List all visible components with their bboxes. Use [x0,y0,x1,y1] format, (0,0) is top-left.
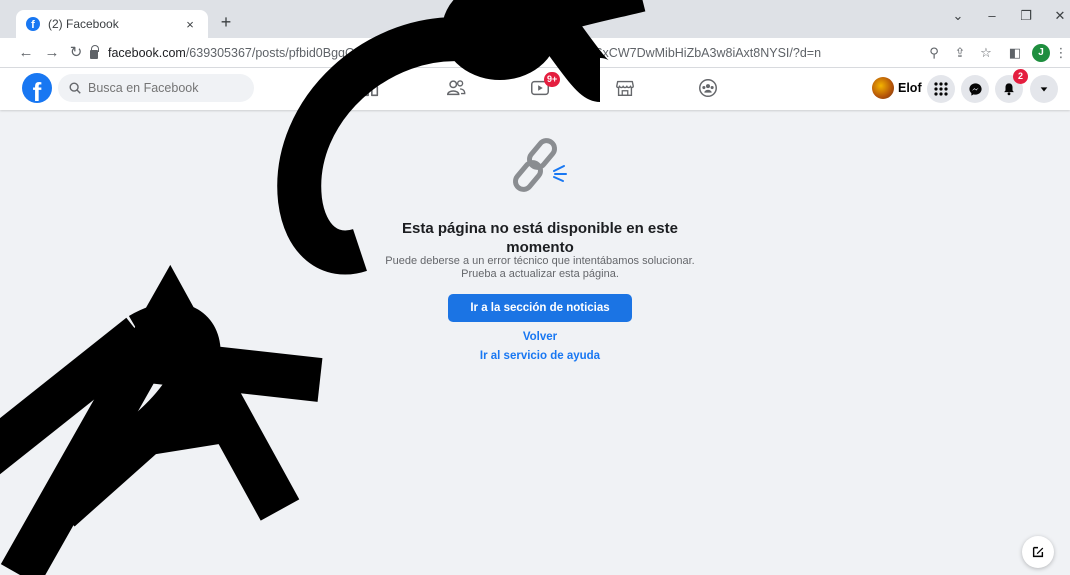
marketplace-nav-icon[interactable] [612,76,638,100]
broken-link-icon [513,138,567,192]
url-path: /639305367/posts/pfbid0BgqQGvho7h12KNLpA… [185,46,822,60]
url-host: facebook.com [108,46,186,60]
menu-grid-button[interactable] [927,75,955,103]
reload-icon[interactable]: ↻ [66,43,86,63]
messenger-icon [968,82,982,96]
address-bar[interactable]: facebook.com/639305367/posts/pfbid0BgqQG… [90,42,940,64]
browser-tab[interactable]: f (2) Facebook × [16,10,208,38]
messenger-button[interactable] [961,75,989,103]
facebook-header: f 9+ [0,68,1070,110]
restore-icon[interactable]: ❐ [1016,8,1036,24]
error-line-2: Prueba a actualizar esta página. [461,268,619,280]
home-icon [361,79,379,97]
tab-close-icon[interactable]: × [182,17,198,32]
share-icon[interactable]: ⇪ [950,43,970,63]
search-input[interactable] [88,81,248,95]
user-name: Elof [898,81,922,95]
user-profile-link[interactable]: Elof [872,77,922,99]
back-arrow-icon[interactable]: ← [16,43,36,63]
home-nav-icon[interactable] [357,76,383,100]
back-link[interactable]: Volver [440,331,640,343]
notifications-badge: 2 [1013,69,1028,84]
star-icon[interactable]: ☆ [976,43,996,63]
error-line-1: Puede deberse a un error técnico que int… [385,255,695,267]
friends-icon [447,80,466,96]
browser-toolbar: ← → ↻ facebook.com/639305367/posts/pfbid… [0,38,1070,68]
news-feed-button[interactable]: Ir a la sección de noticias [448,294,632,322]
facebook-favicon-icon: f [26,17,40,31]
grid-menu-icon [934,82,948,96]
bell-icon [1004,83,1014,96]
forward-arrow-icon[interactable]: → [42,43,62,63]
marketplace-icon [616,80,634,97]
new-tab-button[interactable]: + [216,12,236,32]
caret-down-icon [1040,87,1048,92]
friends-nav-icon[interactable] [443,76,469,100]
groups-icon [699,79,717,97]
account-menu-button[interactable] [1030,75,1058,103]
menu-dots-icon[interactable]: ⋮ [1054,43,1068,63]
facebook-logo-icon[interactable]: f [22,73,52,103]
tab-title: (2) Facebook [48,17,119,31]
search-icon [69,82,81,94]
error-heading: Esta página no está disponible en este m… [402,220,678,256]
avatar [872,77,894,99]
tab-search-chevron-icon[interactable]: ⌄ [948,8,968,24]
sidepanel-icon[interactable]: ◧ [1005,43,1025,63]
new-message-button[interactable] [1022,536,1054,568]
lock-icon[interactable] [90,45,99,59]
browser-tab-strip: f (2) Facebook × + ⌄ – ❐ ✕ [0,0,1070,38]
window-close-icon[interactable]: ✕ [1050,8,1070,24]
groups-nav-icon[interactable] [695,76,721,100]
minimize-icon[interactable]: – [982,8,1002,23]
help-center-link[interactable]: Ir al servicio de ayuda [440,350,640,362]
zoom-icon[interactable]: ⚲ [924,43,944,63]
compose-icon [1032,546,1044,558]
error-description: Puede deberse a un error técnico que int… [360,255,720,281]
facebook-search[interactable] [58,74,254,102]
chrome-profile-avatar[interactable]: J [1032,44,1050,62]
watch-badge: 9+ [544,72,561,87]
